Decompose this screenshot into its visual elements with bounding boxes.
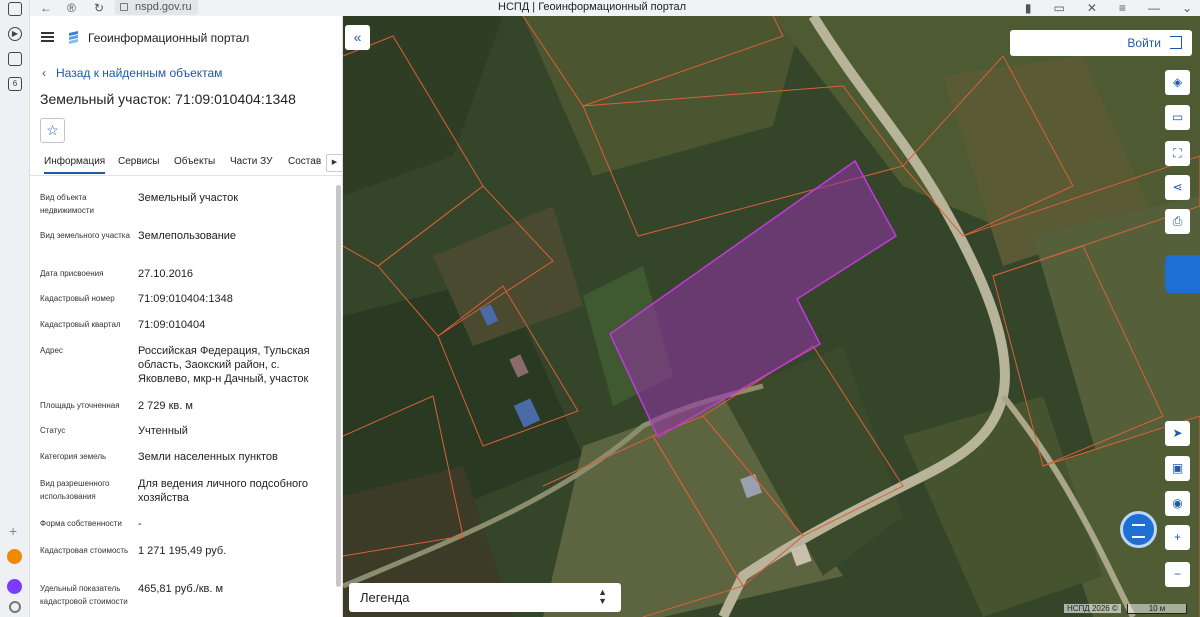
attribute-label: Кадастровая стоимость — [40, 546, 129, 555]
add-icon[interactable]: + — [9, 523, 17, 539]
play-icon[interactable]: ▶ — [8, 27, 22, 41]
attribute-value: Земли населенных пунктов — [138, 451, 278, 463]
reload-icon[interactable]: ↻ — [94, 1, 104, 15]
extension-icon[interactable]: ✕ — [1087, 1, 1097, 15]
logo-icon — [69, 31, 78, 44]
tabs-scroll-right-icon[interactable]: ▶ — [326, 154, 342, 172]
tab-parts[interactable]: Части ЗУ — [230, 156, 272, 167]
collapse-panel-button[interactable]: « — [345, 25, 370, 50]
zoom-out-button[interactable]: − — [1165, 562, 1190, 587]
legend-dropdown[interactable]: Легенда ▲ ▼ — [349, 583, 621, 612]
attribute-value: 2 729 кв. м — [138, 400, 193, 412]
lock-icon — [120, 3, 128, 11]
tab-info[interactable]: Информация — [44, 156, 106, 174]
chevron-updown-icon: ▲ ▼ — [598, 587, 607, 606]
tab-services[interactable]: Сервисы — [118, 156, 159, 167]
attribute-label: Статус — [40, 426, 66, 435]
attribute-value: 27.10.2016 — [138, 268, 194, 280]
sidebar-badge[interactable]: 6 — [8, 77, 22, 91]
browser-top-bar: ← ® ↻ nspd.gov.ru НСПД | Геоинформационн… — [0, 0, 1200, 16]
attribute-value: Учтенный — [138, 425, 188, 437]
support-icon[interactable] — [1165, 255, 1200, 293]
attribute-value: Земельный участок — [138, 192, 239, 204]
attribute-value: 71:09:010404:1348 — [138, 293, 233, 305]
share-icon[interactable]: ⋖ — [1165, 175, 1190, 200]
tab-objects[interactable]: Объекты — [174, 156, 215, 167]
attribute-value: - — [138, 518, 142, 530]
bookmark-icon[interactable]: ▮ — [1025, 1, 1032, 15]
map-copyright: НСПД 2026 © — [1064, 604, 1121, 613]
satellite-map — [343, 16, 1200, 617]
login-label: Войти — [1127, 36, 1161, 50]
print-icon[interactable]: ⎙ — [1165, 209, 1190, 234]
minimize-icon[interactable]: — — [1148, 1, 1160, 15]
settings-icon[interactable] — [9, 601, 21, 613]
attribute-value: 71:09:010404 — [138, 319, 206, 331]
favorite-star-icon[interactable]: ☆ — [40, 118, 65, 143]
attribute-label: Дата присвоения — [40, 269, 104, 278]
attribute-label: Вид земельного участка — [40, 231, 130, 240]
scrollbar-thumb[interactable] — [336, 185, 341, 587]
app-title: Геоинформационный портал — [88, 31, 250, 45]
login-button[interactable]: Войти — [1010, 30, 1192, 56]
attribute-value: 465,81 руб./кв. м — [138, 583, 224, 595]
download-icon[interactable]: ▭ — [1054, 1, 1065, 15]
menu-burger-icon[interactable] — [41, 32, 54, 42]
attribute-value: Российская Федерация, Тульская область, … — [138, 345, 310, 385]
attribute-label: Категория земель — [40, 452, 107, 461]
attribute-value: Землепользование — [138, 230, 237, 242]
back-arrow-icon[interactable]: ← — [40, 1, 52, 15]
legend-label: Легенда — [360, 590, 410, 605]
alice-icon[interactable] — [7, 579, 22, 594]
app-header: Геоинформационный портал — [30, 16, 342, 60]
browser-toolbar-icons: ▮ ▭ ✕ ≡ — ⌄ — [1025, 1, 1192, 15]
geolocation-icon[interactable]: ➤ — [1165, 421, 1190, 446]
attribute-label: Форма собственности — [40, 519, 122, 528]
profile-icon[interactable]: ⌄ — [1182, 1, 1192, 15]
layers-icon[interactable]: ◈ — [1165, 70, 1190, 95]
ruler-icon[interactable]: ▭ — [1165, 105, 1190, 130]
back-link[interactable]: ‹ Назад к найденным объектам — [42, 66, 222, 80]
attribute-value: 1 271 195,49 руб. — [138, 545, 227, 557]
select-area-icon[interactable]: ⛶ — [1165, 141, 1190, 166]
browser-sidebar: ▶ 6 + — [0, 0, 30, 617]
yandex-app-icon[interactable] — [7, 549, 22, 564]
tab-composition[interactable]: Состав — [288, 156, 321, 167]
attribute-label: Вид разрешенного использования — [40, 479, 110, 501]
object-title: Земельный участок: 71:09:010404:1348 — [40, 91, 296, 107]
map-scale: 10 м — [1127, 604, 1187, 614]
attribute-label: Кадастровый квартал — [40, 320, 121, 329]
tab-bar: Информация Сервисы Объекты Части ЗУ Сост… — [30, 152, 342, 176]
gallery-icon[interactable] — [8, 52, 22, 66]
tabs-icon[interactable] — [8, 2, 22, 16]
chat-icon[interactable] — [1120, 511, 1157, 548]
basemap-icon[interactable]: ▣ — [1165, 456, 1190, 481]
panel-scrollbar[interactable] — [335, 185, 342, 587]
zoom-in-button[interactable]: + — [1165, 525, 1190, 550]
attribute-label: Вид объекта недвижимости — [40, 193, 94, 215]
attribute-label: Кадастровый номер — [40, 294, 115, 303]
info-panel: Геоинформационный портал ‹ Назад к найден… — [30, 16, 343, 617]
attribute-label: Удельный показатель кадастровой стоимост… — [40, 584, 128, 606]
address-bar[interactable]: nspd.gov.ru — [115, 0, 198, 15]
attribute-label: Площадь уточненная — [40, 401, 120, 410]
attribute-label: Адрес — [40, 346, 63, 355]
location-pin-icon[interactable]: ◉ — [1165, 491, 1190, 516]
back-link-label: Назад к найденным объектам — [56, 66, 223, 80]
login-icon — [1170, 36, 1182, 49]
menu-icon[interactable]: ≡ — [1119, 1, 1126, 15]
yandex-icon[interactable]: ® — [67, 1, 76, 15]
map-view[interactable] — [343, 16, 1200, 617]
page-title-bar: НСПД | Геоинформационный портал — [498, 1, 687, 13]
attribute-value: Для ведения личного подсобного хозяйства — [138, 478, 309, 504]
chevron-left-icon: ‹ — [42, 66, 46, 80]
address-bar-text: nspd.gov.ru — [135, 1, 192, 13]
